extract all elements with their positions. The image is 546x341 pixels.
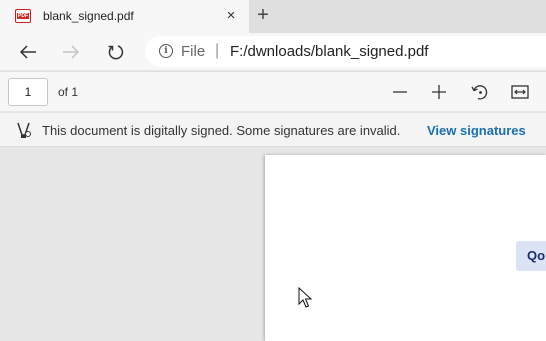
close-tab-button[interactable]: × bbox=[222, 6, 240, 26]
zoom-out-button[interactable] bbox=[389, 81, 411, 103]
minus-icon bbox=[393, 91, 407, 93]
fit-width-button[interactable] bbox=[509, 81, 531, 103]
address-separator: | bbox=[215, 42, 220, 59]
navigation-toolbar: i File | F:/dwnloads/blank_signed.pdf bbox=[0, 33, 546, 70]
signature-field[interactable]: Qo bbox=[516, 241, 546, 271]
new-tab-button[interactable]: + bbox=[253, 4, 273, 26]
page-number-input[interactable]: 1 bbox=[8, 78, 48, 106]
rotate-icon bbox=[471, 85, 488, 100]
forward-button[interactable] bbox=[58, 39, 84, 65]
signature-message: This document is digitally signed. Some … bbox=[42, 123, 401, 138]
page-count-label: of 1 bbox=[58, 85, 79, 99]
pdf-favicon-label: PDF bbox=[17, 13, 29, 19]
forward-arrow-icon bbox=[63, 45, 80, 59]
refresh-button[interactable] bbox=[103, 39, 129, 65]
back-button[interactable] bbox=[15, 39, 41, 65]
zoom-in-button[interactable] bbox=[428, 81, 450, 103]
pdf-toolbar: 1 of 1 bbox=[0, 71, 546, 111]
pdf-file-icon: PDF bbox=[15, 9, 31, 23]
refresh-icon bbox=[108, 45, 124, 60]
tab-title: blank_signed.pdf bbox=[43, 9, 134, 23]
info-icon[interactable]: i bbox=[159, 44, 173, 58]
fit-width-icon bbox=[511, 85, 529, 99]
address-bar[interactable]: i File | F:/dwnloads/blank_signed.pdf bbox=[145, 36, 546, 67]
address-url[interactable]: F:/dwnloads/blank_signed.pdf bbox=[230, 43, 428, 60]
plus-icon bbox=[432, 85, 446, 99]
pdf-viewer[interactable]: Qo bbox=[0, 148, 546, 341]
tab-strip: PDF blank_signed.pdf × + bbox=[0, 0, 546, 33]
rotate-button[interactable] bbox=[469, 81, 491, 103]
pdf-page[interactable]: Qo bbox=[265, 155, 546, 341]
address-scheme: File bbox=[181, 43, 206, 60]
signature-infobar: This document is digitally signed. Some … bbox=[0, 112, 546, 147]
view-signatures-link[interactable]: View signatures bbox=[427, 123, 526, 138]
mouse-cursor-icon bbox=[298, 287, 312, 308]
tab-blank-signed[interactable]: PDF blank_signed.pdf × bbox=[0, 0, 249, 33]
signature-warning-icon bbox=[17, 122, 31, 138]
back-arrow-icon bbox=[19, 45, 36, 59]
